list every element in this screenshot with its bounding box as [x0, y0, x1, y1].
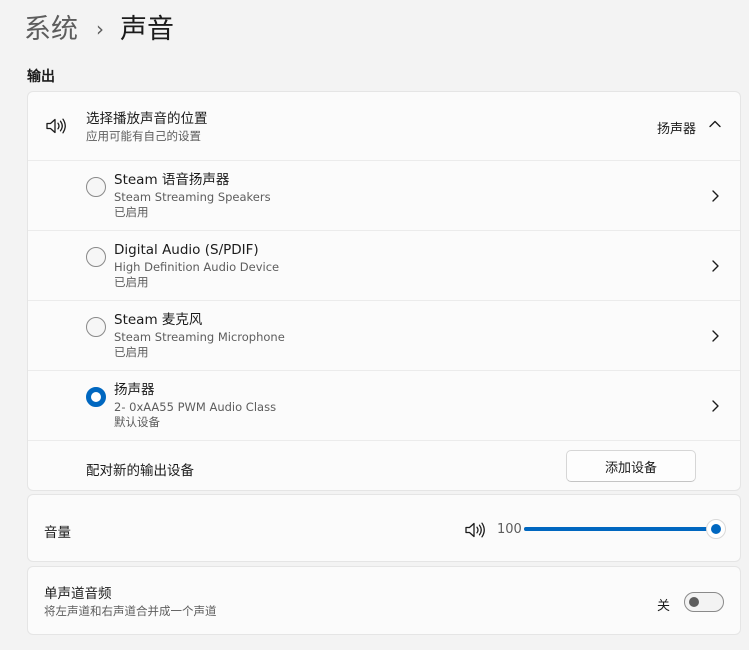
pair-device-row: 配对新的输出设备 添加设备	[28, 440, 740, 491]
device-row[interactable]: Steam 语音扬声器 Steam Streaming Speakers 已启用	[28, 160, 740, 230]
volume-card: 音量 100	[27, 494, 741, 562]
device-info: Steam 语音扬声器 Steam Streaming Speakers 已启用	[114, 171, 271, 220]
device-name: 扬声器	[114, 382, 155, 398]
mono-audio-title: 单声道音频	[44, 586, 112, 602]
chevron-right-icon[interactable]	[710, 189, 720, 203]
device-description: High Definition Audio Device	[114, 260, 280, 274]
speaker-icon[interactable]	[464, 521, 486, 539]
device-description: Steam Streaming Microphone	[114, 330, 285, 344]
chevron-right-icon[interactable]	[710, 259, 720, 273]
pair-device-label: 配对新的输出设备	[86, 463, 194, 479]
output-section-title: 输出	[27, 69, 55, 85]
device-name: Digital Audio (S/PDIF)	[114, 242, 259, 258]
chevron-right-icon[interactable]	[710, 329, 720, 343]
device-radio[interactable]	[86, 177, 106, 197]
device-radio[interactable]	[86, 247, 106, 267]
output-location-selected: 扬声器	[656, 122, 696, 137]
device-radio-selected[interactable]	[86, 387, 106, 407]
breadcrumb: 系统 › 声音	[24, 10, 174, 48]
device-status: 默认设备	[114, 415, 160, 429]
device-radio[interactable]	[86, 317, 106, 337]
chevron-right-icon[interactable]	[710, 399, 720, 413]
device-info: Steam 麦克风 Steam Streaming Microphone 已启用	[114, 311, 285, 360]
add-device-button[interactable]: 添加设备	[566, 450, 696, 482]
mono-audio-state-label: 关	[657, 599, 671, 614]
breadcrumb-separator: ›	[96, 17, 104, 41]
output-location-title: 选择播放声音的位置	[86, 111, 208, 127]
mono-audio-subtitle: 将左声道和右声道合并成一个声道	[44, 604, 217, 618]
device-status: 已启用	[114, 205, 149, 219]
device-row[interactable]: Digital Audio (S/PDIF) High Definition A…	[28, 230, 740, 300]
device-description: Steam Streaming Speakers	[114, 190, 271, 204]
volume-label: 音量	[44, 525, 71, 541]
breadcrumb-system-link[interactable]: 系统	[24, 16, 78, 43]
device-status: 已启用	[114, 275, 149, 289]
output-location-subtitle: 应用可能有自己的设置	[86, 129, 201, 143]
device-row[interactable]: Steam 麦克风 Steam Streaming Microphone 已启用	[28, 300, 740, 370]
volume-value: 100	[497, 522, 522, 537]
volume-slider-fill	[524, 527, 710, 531]
device-name: Steam 语音扬声器	[114, 172, 230, 188]
output-location-header[interactable]: 选择播放声音的位置 应用可能有自己的设置 扬声器	[28, 92, 740, 160]
toggle-knob	[689, 597, 699, 607]
volume-slider-track[interactable]	[524, 527, 710, 531]
output-card: 选择播放声音的位置 应用可能有自己的设置 扬声器 Steam 语音扬声器 Ste…	[27, 91, 741, 491]
device-description: 2- 0xAA55 PWM Audio Class	[114, 400, 277, 414]
chevron-up-icon[interactable]	[708, 119, 722, 129]
mono-audio-card: 单声道音频 将左声道和右声道合并成一个声道 关	[27, 566, 741, 635]
device-name: Steam 麦克风	[114, 312, 203, 328]
mono-audio-text: 单声道音频 将左声道和右声道合并成一个声道	[44, 585, 217, 619]
device-status: 已启用	[114, 345, 149, 359]
page-title: 声音	[120, 13, 174, 45]
output-location-text: 选择播放声音的位置 应用可能有自己的设置	[86, 110, 208, 144]
volume-slider-thumb[interactable]	[706, 519, 726, 539]
mono-audio-toggle[interactable]	[684, 592, 724, 612]
device-info: Digital Audio (S/PDIF) High Definition A…	[114, 241, 279, 290]
device-info: 扬声器 2- 0xAA55 PWM Audio Class 默认设备	[114, 381, 276, 430]
speaker-icon	[46, 118, 66, 134]
device-row[interactable]: 扬声器 2- 0xAA55 PWM Audio Class 默认设备	[28, 370, 740, 440]
